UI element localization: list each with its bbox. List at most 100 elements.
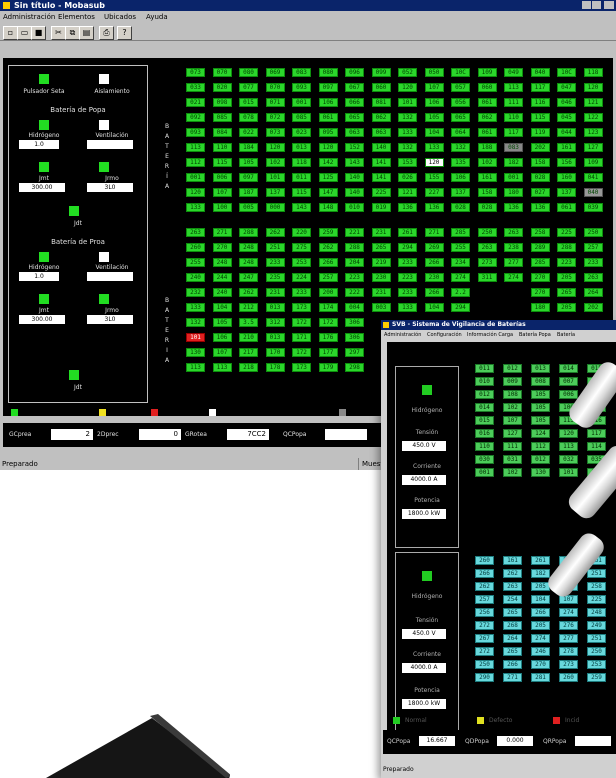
svb-menu-informacion[interactable]: Información Carga (467, 330, 513, 340)
battery-cell[interactable]: 225 (557, 228, 576, 237)
battery-cell[interactable]: 262 (265, 228, 285, 237)
svb-cell[interactable]: 290 (475, 673, 494, 682)
battery-cell[interactable]: 230 (424, 273, 444, 282)
battery-cell[interactable]: 223 (398, 273, 417, 282)
battery-cell[interactable]: 285 (530, 258, 550, 267)
battery-cell[interactable]: 261 (398, 228, 417, 237)
menu-administracion[interactable]: Administración (3, 12, 55, 23)
battery-cell[interactable]: 070 (265, 83, 285, 92)
battery-cell[interactable]: 040 (583, 188, 603, 197)
battery-cell[interactable]: 080 (239, 68, 258, 77)
battery-cell[interactable]: 067 (345, 83, 364, 92)
print-icon[interactable]: ⎙ (99, 26, 114, 40)
svb-menu-bateria[interactable]: Batería (557, 330, 575, 340)
battery-cell[interactable]: 111 (504, 98, 523, 107)
battery-cell[interactable]: 119 (530, 128, 550, 137)
menu-elementos[interactable]: Elementos (58, 12, 95, 23)
battery-cell[interactable]: 083 (504, 143, 523, 152)
svb-menu-bateria-popa[interactable]: Batería Popa (519, 330, 551, 340)
svb-cell[interactable]: 251 (587, 634, 606, 643)
battery-cell[interactable]: 052 (398, 68, 417, 77)
battery-cell[interactable]: 247 (239, 273, 258, 282)
battery-cell[interactable]: 101 (186, 333, 205, 342)
battery-cell[interactable]: 148 (318, 203, 338, 212)
svb-cell[interactable]: 260 (475, 556, 494, 565)
svb-cell[interactable]: 105 (531, 416, 550, 425)
svb-cell[interactable]: 266 (503, 660, 522, 669)
battery-cell[interactable]: 177 (318, 348, 338, 357)
battery-cell[interactable]: 026 (398, 173, 417, 182)
paste-icon[interactable]: ▤ (79, 26, 94, 40)
battery-cell[interactable]: 173 (292, 303, 311, 312)
battery-cell[interactable]: 234 (451, 258, 470, 267)
battery-cell[interactable]: 011 (292, 173, 311, 182)
svb-cell[interactable]: 108 (503, 390, 522, 399)
battery-cell[interactable]: 065 (451, 113, 470, 122)
battery-cell[interactable]: 117 (530, 83, 550, 92)
svb-cell[interactable]: 014 (559, 364, 578, 373)
battery-cell[interactable]: 113 (212, 363, 232, 372)
battery-cell[interactable]: 158 (530, 158, 550, 167)
svb-cell[interactable]: 205 (531, 621, 550, 630)
battery-cell[interactable]: 118 (583, 68, 603, 77)
battery-cell[interactable]: 153 (398, 158, 417, 167)
battery-cell[interactable]: 140 (345, 173, 364, 182)
svb-cell[interactable]: 263 (503, 582, 522, 591)
battery-cell[interactable]: 136 (424, 203, 444, 212)
battery-cell[interactable]: 187 (239, 188, 258, 197)
svb-cell[interactable]: 276 (559, 621, 578, 630)
battery-cell[interactable]: 10C (451, 68, 470, 77)
battery-cell[interactable]: 233 (265, 258, 285, 267)
battery-cell[interactable]: 078 (239, 113, 258, 122)
battery-cell[interactable]: 061 (557, 203, 576, 212)
battery-cell[interactable]: 060 (371, 83, 391, 92)
svb-cell[interactable]: 262 (475, 582, 494, 591)
battery-cell[interactable]: 060 (477, 83, 497, 92)
battery-cell[interactable]: 120 (424, 158, 444, 167)
battery-cell[interactable]: 220 (292, 228, 311, 237)
battery-cell[interactable]: 255 (186, 258, 205, 267)
battery-cell[interactable]: 115 (530, 113, 550, 122)
battery-cell[interactable]: 061 (318, 113, 338, 122)
battery-cell[interactable]: 240 (186, 273, 205, 282)
battery-cell[interactable]: 224 (292, 273, 311, 282)
svb-cell[interactable]: 281 (531, 673, 550, 682)
battery-cell[interactable]: 266 (424, 288, 444, 297)
battery-cell[interactable]: 133 (398, 303, 417, 312)
battery-cell[interactable]: 107 (424, 83, 444, 92)
battery-cell[interactable]: 069 (265, 68, 285, 77)
battery-cell[interactable]: 262 (239, 288, 258, 297)
battery-cell[interactable]: 238 (504, 243, 523, 252)
battery-cell[interactable]: 120 (186, 188, 205, 197)
battery-cell[interactable]: 147 (318, 188, 338, 197)
battery-cell[interactable]: 004 (345, 303, 364, 312)
svb-cell[interactable]: 007 (559, 377, 578, 386)
battery-cell[interactable]: 161 (477, 173, 497, 182)
svb-cell[interactable]: 006 (559, 390, 578, 399)
battery-cell[interactable]: 184 (239, 143, 258, 152)
battery-cell[interactable]: 260 (186, 243, 205, 252)
battery-cell[interactable]: 062 (477, 113, 497, 122)
battery-cell[interactable]: 263 (186, 228, 205, 237)
svb-cell[interactable]: 032 (559, 455, 578, 464)
battery-cell[interactable]: 006 (212, 173, 232, 182)
svb-cell[interactable]: 273 (559, 660, 578, 669)
menu-ayuda[interactable]: Ayuda (146, 12, 168, 23)
battery-cell[interactable]: 255 (451, 243, 470, 252)
svb-cell[interactable]: 030 (475, 455, 494, 464)
battery-cell[interactable]: 274 (451, 273, 470, 282)
svb-cell[interactable]: 274 (531, 634, 550, 643)
svb-cell[interactable]: 011 (475, 364, 494, 373)
battery-cell[interactable]: 015 (239, 98, 258, 107)
battery-cell[interactable]: 047 (557, 83, 576, 92)
svb-menu-administracion[interactable]: Administración (384, 330, 421, 340)
battery-cell[interactable]: 250 (477, 228, 497, 237)
battery-cell[interactable]: 127 (583, 143, 603, 152)
battery-cell[interactable]: 073 (186, 68, 205, 77)
svb-cell[interactable]: 114 (587, 442, 606, 451)
battery-cell[interactable]: 100 (212, 203, 232, 212)
battery-cell[interactable]: 289 (530, 243, 550, 252)
battery-cell[interactable]: 259 (318, 228, 338, 237)
battery-cell[interactable]: 106 (451, 173, 470, 182)
battery-cell[interactable]: 210 (239, 333, 258, 342)
